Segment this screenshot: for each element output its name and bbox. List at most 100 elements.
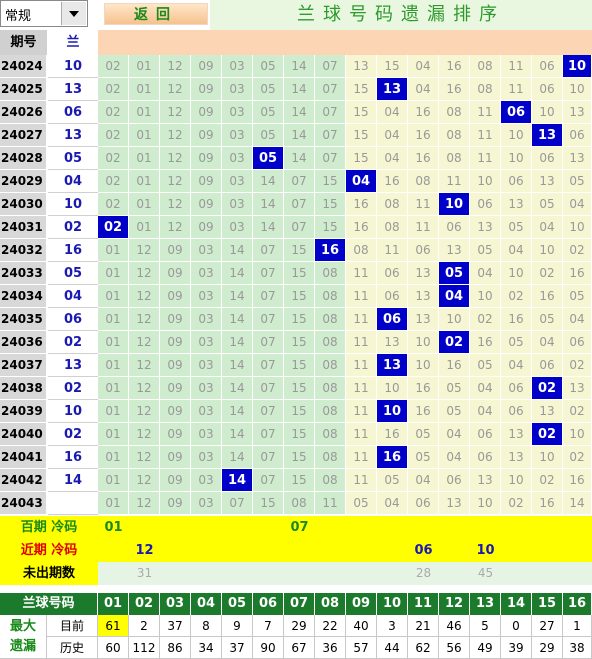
omission-cell: 06 [563,331,592,354]
omission-cell: 15 [284,308,315,331]
omission-cell: 04 [377,124,408,147]
omission-cell: 07 [253,239,284,262]
omission-cell: 11 [501,78,532,101]
period-cell: 24033 [0,262,47,285]
back-button[interactable]: 返回 [104,3,208,25]
view-mode-dropdown[interactable]: 常规 [0,0,88,27]
omission-cell: 08 [315,446,346,469]
omission-cell: 09 [191,170,222,193]
current-omission-cell: 1 [563,615,592,637]
table-row: 24043 01 12 09 03 07 15 08 11 05 04 06 13 10 02 16 14 [0,492,592,515]
recent-value: 10 [476,543,495,558]
omission-cell: 09 [160,446,191,469]
omission-cell: 09 [160,262,191,285]
hit-cell: 10 [563,55,592,78]
omission-cell: 05 [563,170,592,193]
omission-cell: 10 [501,124,532,147]
omission-cell: 08 [315,423,346,446]
omission-cell: 11 [501,55,532,78]
hit-cell: 02 [439,331,470,354]
omission-cell: 04 [377,147,408,170]
omission-cell: 06 [439,469,470,492]
omission-cell: 11 [346,423,377,446]
chevron-down-icon[interactable] [61,2,86,25]
omission-cell: 13 [470,216,501,239]
recent-value: 12 [135,543,154,558]
omission-cell: 15 [284,446,315,469]
omission-cell: 09 [160,377,191,400]
omission-cell: 02 [532,469,563,492]
omission-cell: 09 [160,423,191,446]
omission-cell: 14 [222,446,253,469]
dropdown-selected-value: 常规 [5,9,32,24]
number-header-cell: 10 [377,593,408,615]
omission-cell: 05 [408,446,439,469]
omission-cell: 03 [222,55,253,78]
draw-number-cell: 06 [48,101,98,124]
number-header-cell: 07 [284,593,315,615]
omission-cell: 02 [501,492,532,515]
period-cell: 24024 [0,55,47,78]
omission-cell: 02 [501,285,532,308]
period-cell: 24042 [0,469,47,492]
omission-cell: 04 [501,354,532,377]
history-omission-cell: 90 [253,637,284,659]
table-row: 24026 06 02 01 12 09 03 05 14 07 15 04 16 08 11 06 10 13 [0,101,592,124]
period-cell: 24034 [0,285,47,308]
omission-cell: 07 [253,377,284,400]
omission-cell: 03 [191,285,222,308]
omission-cell: 08 [377,193,408,216]
omission-cell: 10 [532,446,563,469]
omission-cell: 06 [501,400,532,423]
number-header-cell: 06 [253,593,284,615]
omission-cell: 10 [563,216,592,239]
omission-cell: 04 [563,308,592,331]
current-omission-cell: 46 [439,615,470,637]
omission-cell: 02 [563,354,592,377]
omission-cell: 04 [439,446,470,469]
omission-cell: 03 [191,262,222,285]
stats-panel: 百期 冷码 01 07 近期 冷码 12 06 10 未出期数 31 28 45 [0,516,592,585]
omission-cell: 09 [191,101,222,124]
omission-cell: 12 [129,262,160,285]
omission-cell: 16 [563,469,592,492]
omission-cell: 09 [160,308,191,331]
current-omission-cell: 29 [284,615,315,637]
omission-cell: 15 [346,124,377,147]
omission-cell: 12 [160,147,191,170]
omission-cell: 15 [377,55,408,78]
omission-cell: 04 [439,423,470,446]
omission-cell: 07 [284,170,315,193]
omission-cell: 11 [346,331,377,354]
hit-cell: 06 [501,101,532,124]
omission-cell: 09 [191,216,222,239]
history-omission-cell: 60 [98,637,129,659]
table-row: 24042 14 01 12 09 03 14 07 15 08 11 05 04 06 13 10 02 16 [0,469,592,492]
omission-cell: 07 [315,55,346,78]
cold100-label: 百期 冷码 [20,520,78,535]
number-header-cell: 13 [470,593,501,615]
history-omission-cell: 67 [284,637,315,659]
period-cell: 24029 [0,170,47,193]
table-row: 24027 13 02 01 12 09 03 05 14 07 15 04 16 08 11 10 13 06 [0,124,592,147]
omission-cell: 01 [98,285,129,308]
period-cell: 24037 [0,354,47,377]
omission-cell: 05 [408,423,439,446]
draw-number-cell: 16 [48,239,98,262]
omission-cell: 14 [222,354,253,377]
omission-cell: 02 [98,55,129,78]
table-row: 24039 10 01 12 09 03 14 07 15 08 11 10 16 05 04 06 13 02 [0,400,592,423]
period-cell: 24032 [0,239,47,262]
omission-cell: 08 [315,308,346,331]
omission-cell: 05 [253,101,284,124]
table-row: 24031 02 02 01 12 09 03 14 07 15 16 08 11 06 13 05 04 10 [0,216,592,239]
omission-cell: 16 [408,101,439,124]
omission-cell: 09 [160,492,191,515]
omission-cell: 15 [284,239,315,262]
history-omission-cell: 86 [160,637,191,659]
omission-cell: 16 [439,55,470,78]
period-cell: 24036 [0,331,47,354]
draw-number-cell: 13 [48,78,98,101]
omission-cell: 01 [129,216,160,239]
omission-cell: 14 [284,124,315,147]
